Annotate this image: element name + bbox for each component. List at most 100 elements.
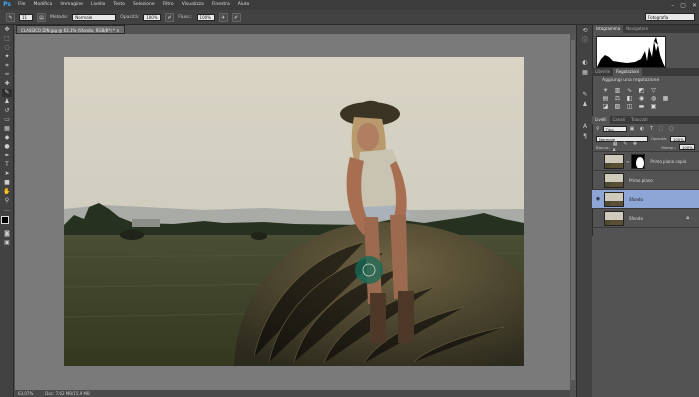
gradient-map-icon[interactable]: ▬ (638, 104, 645, 110)
tab-libraries[interactable]: Librerie (592, 68, 613, 76)
color-panel-icon[interactable]: ◐ (580, 59, 590, 67)
brush-tool-icon[interactable]: ✎ (2, 89, 12, 97)
zoom-tool-icon[interactable]: ⚲ (2, 197, 12, 205)
move-tool-icon[interactable]: ✥ (2, 26, 12, 34)
info-panel-icon[interactable]: ⓘ (580, 37, 590, 45)
more-tools-icon[interactable]: … (2, 206, 12, 214)
character-panel-icon[interactable]: A (580, 123, 590, 131)
eraser-tool-icon[interactable]: ▭ (2, 116, 12, 124)
pen-tool-icon[interactable]: ✒ (2, 152, 12, 160)
menu-modifica[interactable]: Modifica (30, 0, 57, 10)
threshold-icon[interactable]: ◫ (626, 104, 633, 110)
channel-mixer-icon[interactable]: ◍ (650, 96, 657, 102)
tab-channels[interactable]: Canali (610, 116, 628, 124)
layer-row[interactable]: ∞ Primo piano copia (592, 152, 699, 171)
type-tool-icon[interactable]: T (2, 161, 12, 169)
hue-saturation-icon[interactable]: ▤ (602, 96, 609, 102)
marquee-tool-icon[interactable]: ⬚ (2, 35, 12, 43)
flow-field[interactable]: 100% (196, 13, 215, 21)
healing-tool-icon[interactable]: ✚ (2, 80, 12, 88)
pressure-size-icon[interactable]: ✐ (231, 12, 241, 22)
black-white-icon[interactable]: ◧ (626, 96, 633, 102)
gradient-tool-icon[interactable]: ▦ (2, 125, 12, 133)
layer-mask-thumbnail[interactable] (631, 153, 646, 169)
close-document-icon[interactable]: × (116, 28, 119, 33)
scrollbar-thumb[interactable] (571, 40, 575, 380)
filter-icons[interactable]: ▣ ◐ T ⬚ ▢ (630, 126, 676, 132)
color-lookup-icon[interactable]: ▦ (662, 96, 669, 102)
history-brush-tool-icon[interactable]: ↺ (2, 107, 12, 115)
menu-immagine[interactable]: Immagine (56, 0, 87, 10)
layer-row[interactable]: Sfondo 🔒︎ (592, 209, 699, 228)
screen-mode-icon[interactable]: ▣ (2, 239, 12, 247)
clone-source-panel-icon[interactable]: ♟ (580, 101, 590, 109)
history-panel-icon[interactable]: ⟲ (580, 27, 590, 35)
color-swatches[interactable] (1, 216, 13, 228)
menu-livello[interactable]: Livello (87, 0, 109, 10)
workspace-select[interactable]: Fotografia (645, 13, 695, 21)
quick-select-tool-icon[interactable]: ✦ (2, 53, 12, 61)
foreground-color-swatch[interactable] (1, 216, 9, 224)
opacity-field[interactable]: 100% (143, 13, 162, 21)
airbrush-icon[interactable]: ✈ (218, 12, 228, 22)
lasso-tool-icon[interactable]: ◌ (2, 44, 12, 52)
kind-filter-select[interactable]: Tipo (602, 126, 627, 132)
invert-icon[interactable]: ◪ (602, 104, 609, 110)
color-balance-icon[interactable]: ⚖ (614, 96, 621, 102)
tab-paths[interactable]: Tracciati (628, 116, 651, 124)
dodge-tool-icon[interactable]: ● (2, 143, 12, 151)
document-tab[interactable]: CLASSICO DIN.jpg @ 63,1% (Sfondo, RGB/8*… (16, 25, 125, 34)
menu-visualizza[interactable]: Visualizza (178, 0, 208, 10)
tab-adjustments[interactable]: Regolazioni (613, 68, 643, 76)
layer-name[interactable]: Primo piano copia (650, 159, 686, 164)
blur-tool-icon[interactable]: ◆ (2, 134, 12, 142)
canvas-image[interactable] (64, 57, 524, 366)
zoom-level[interactable]: 63,07% (18, 390, 33, 397)
mode-select[interactable]: Normale (72, 13, 117, 21)
curves-icon[interactable]: ∿ (626, 88, 633, 94)
fill-field[interactable]: 100% (679, 144, 695, 150)
layer-name[interactable]: Sfondo (629, 197, 643, 202)
quick-mask-icon[interactable]: ◙ (2, 230, 12, 238)
exposure-icon[interactable]: ◩ (638, 88, 645, 94)
menu-file[interactable]: File (14, 0, 30, 10)
minimize-button[interactable]: – (671, 2, 674, 9)
levels-icon[interactable]: ▥ (614, 88, 621, 94)
eye-icon[interactable]: ◉ (594, 195, 602, 203)
layer-row[interactable]: Primo piano (592, 171, 699, 190)
tab-histogram[interactable]: Istogramma (593, 25, 624, 33)
stamp-tool-icon[interactable]: ♟ (2, 98, 12, 106)
brightness-icon[interactable]: ☀ (602, 88, 609, 94)
pressure-opacity-icon[interactable]: ✐ (165, 12, 175, 22)
photo-filter-icon[interactable]: ◉ (638, 96, 645, 102)
brush-panel-icon[interactable]: ✎ (580, 91, 590, 99)
layer-opacity-field[interactable]: 100% (669, 135, 686, 142)
selective-color-icon[interactable]: ▣ (650, 104, 657, 110)
tab-layers[interactable]: Livelli (592, 116, 610, 124)
menu-aiuto[interactable]: Aiuto (234, 0, 254, 10)
brush-size-field[interactable]: 11 (19, 13, 33, 21)
layer-row-selected[interactable]: ◉ Sfondo (592, 190, 699, 209)
vibrance-icon[interactable]: ▽ (650, 88, 657, 94)
brush-panel-icon[interactable]: ▤ (37, 12, 46, 22)
doc-info[interactable]: Doc: 7,62 MB/15,9 MB (45, 390, 89, 397)
menu-filtro[interactable]: Filtro (159, 0, 178, 10)
brush-tool-preset-icon[interactable]: ✎ (6, 12, 15, 22)
paragraph-panel-icon[interactable]: ¶ (580, 133, 590, 141)
swatches-panel-icon[interactable]: ▦ (580, 69, 590, 77)
menu-testo[interactable]: Testo (109, 0, 129, 10)
lock-icons[interactable]: ▦ ✎ ✥ 🔒︎ (613, 141, 647, 153)
close-button[interactable]: ✕ (692, 2, 697, 9)
shape-tool-icon[interactable]: ■ (2, 179, 12, 187)
menu-selezione[interactable]: Selezione (129, 0, 159, 10)
crop-tool-icon[interactable]: ⌗ (2, 62, 12, 70)
menu-finestra[interactable]: Finestra (208, 0, 234, 10)
maximize-button[interactable]: ▢ (680, 2, 686, 9)
hand-tool-icon[interactable]: ✋ (2, 188, 12, 196)
posterize-icon[interactable]: ▨ (614, 104, 621, 110)
path-select-tool-icon[interactable]: ➤ (2, 170, 12, 178)
visibility-toggle[interactable] (594, 157, 602, 165)
layer-name[interactable]: Sfondo (629, 216, 643, 221)
layer-name[interactable]: Primo piano (629, 178, 653, 183)
tab-navigator[interactable]: Navigatore (623, 25, 651, 33)
